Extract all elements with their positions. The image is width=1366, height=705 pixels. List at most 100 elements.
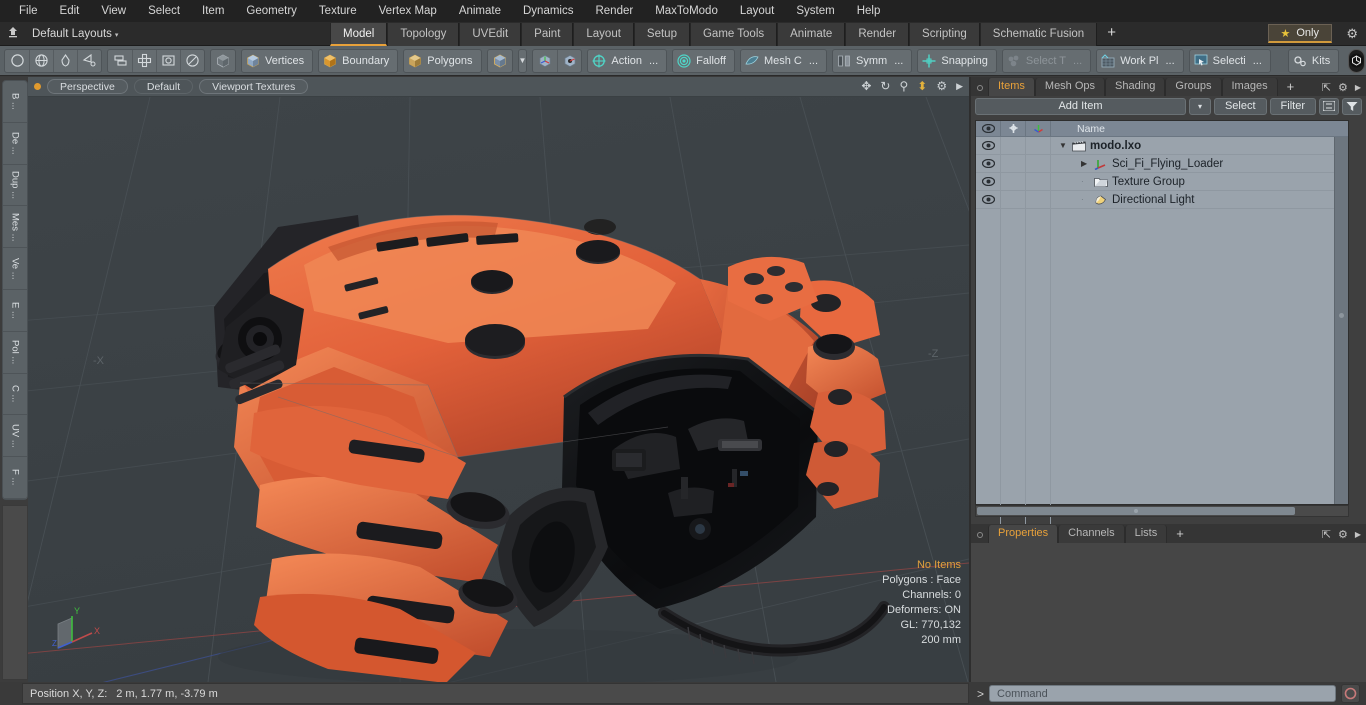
layout-tab-layout[interactable]: Layout (573, 23, 634, 46)
eye-icon[interactable] (976, 190, 1001, 209)
modifier-mesh-c[interactable]: Mesh C... (739, 48, 828, 73)
left-rail-tab-0[interactable]: B ... (3, 81, 27, 123)
viewport-projection-selector[interactable]: Perspective (47, 79, 128, 94)
item-tree-hscrollbar[interactable] (975, 505, 1349, 517)
menu-item-view[interactable]: View (90, 0, 137, 22)
menu-item-geometry[interactable]: Geometry (235, 0, 308, 22)
layout-tab-animate[interactable]: Animate (777, 23, 846, 46)
gear-icon[interactable]: ⚙ (936, 79, 947, 93)
menu-item-edit[interactable]: Edit (49, 0, 91, 22)
filter-button[interactable]: Filter (1269, 97, 1316, 115)
pen-icon[interactable] (53, 49, 77, 72)
table-row[interactable]: · Texture Group (976, 172, 1348, 191)
add-item-button[interactable]: Add Item (975, 97, 1186, 115)
menu-item-select[interactable]: Select (137, 0, 191, 22)
items-tab-mesh-ops[interactable]: Mesh Ops (1034, 78, 1106, 96)
axis-cube-a-icon[interactable] (533, 50, 557, 72)
properties-tab-properties[interactable]: Properties (988, 525, 1059, 543)
record-circle-icon[interactable] (1341, 684, 1360, 703)
expand-icon[interactable]: ⇱ (1322, 528, 1331, 541)
left-rail-tab-7[interactable]: C ... (3, 374, 27, 416)
zoom-icon[interactable]: ⚲ (899, 79, 908, 93)
axis-cell[interactable] (1026, 172, 1051, 191)
add-item-dropdown[interactable]: ▾ (1188, 97, 1211, 115)
expander-open-icon[interactable]: ▼ (1059, 141, 1068, 150)
menu-item-animate[interactable]: Animate (448, 0, 512, 22)
eye-icon[interactable] (976, 136, 1001, 155)
viewport-textures-selector[interactable]: Viewport Textures (199, 79, 309, 94)
move-icon[interactable]: ✥ (861, 79, 871, 93)
lock-icon[interactable] (1001, 120, 1026, 137)
layout-tab-scripting[interactable]: Scripting (909, 23, 980, 46)
selection-mode-polygons[interactable]: Polygons (403, 48, 482, 73)
lock-cell[interactable] (1001, 172, 1026, 191)
layout-tab-schematic-fusion[interactable]: Schematic Fusion (979, 23, 1098, 46)
viewport-3d[interactable]: Perspective Default Viewport Textures ✥ … (28, 77, 969, 682)
left-rail-tab-4[interactable]: Ve ... (3, 248, 27, 290)
gear-icon[interactable]: ⚙ (1338, 528, 1348, 541)
item-name-cell[interactable]: ▶ Sci_Fi_Flying_Loader (1051, 158, 1223, 170)
left-rail-tab-5[interactable]: E ... (3, 290, 27, 332)
list-options-icon[interactable] (1319, 97, 1339, 115)
eye-icon[interactable] (976, 154, 1001, 173)
table-row[interactable]: ▼ modo.lxo (976, 136, 1348, 155)
gear-icon[interactable]: ⚙ (1338, 81, 1348, 94)
ellipse-icon[interactable] (180, 49, 204, 72)
globe-icon[interactable] (29, 49, 53, 72)
chevron-right-icon[interactable]: ▶ (1355, 530, 1361, 539)
lock-cell[interactable] (1001, 190, 1026, 209)
stack-icon[interactable] (108, 50, 132, 72)
panel-indicator[interactable] (977, 85, 983, 91)
layout-tab-topology[interactable]: Topology (387, 23, 460, 46)
items-tab-shading[interactable]: Shading (1105, 78, 1166, 96)
item-tree-vscrollbar[interactable] (1334, 137, 1348, 504)
polygon-pen-icon[interactable] (77, 49, 101, 72)
items-tab-items[interactable]: Items (988, 78, 1035, 96)
modifier-selecti[interactable]: Selecti... (1188, 48, 1271, 73)
left-rail-tab-8[interactable]: UV ... (3, 415, 27, 458)
layout-preset-selector[interactable]: Default Layouts ▾ (26, 28, 124, 40)
layout-tab-uvedit[interactable]: UVEdit (459, 23, 522, 46)
menu-item-vertex-map[interactable]: Vertex Map (368, 0, 448, 22)
layout-tab-paint[interactable]: Paint (521, 23, 574, 46)
items-tab-images[interactable]: Images (1221, 78, 1278, 96)
fit-icon[interactable]: ⬍ (917, 79, 927, 93)
items-tab-groups[interactable]: Groups (1165, 78, 1222, 96)
menu-item-texture[interactable]: Texture (308, 0, 368, 22)
item-tree[interactable]: Name ▼ modo.lxo ▶ Sci_Fi_Flying_Loader · Text… (975, 120, 1349, 533)
menu-item-dynamics[interactable]: Dynamics (512, 0, 584, 22)
rotate-icon[interactable]: ↻ (880, 79, 890, 93)
item-tree-hscroll-thumb[interactable] (977, 507, 1295, 515)
modo-ball-icon[interactable] (1348, 48, 1366, 73)
expand-icon[interactable]: ⇱ (1322, 81, 1331, 94)
circle-icon[interactable] (5, 50, 29, 72)
modifier-work-pl[interactable]: Work Pl... (1096, 48, 1184, 73)
modifier-symm[interactable]: Symm... (832, 48, 913, 73)
axis-cell[interactable] (1026, 190, 1051, 209)
command-input[interactable]: Command (989, 685, 1336, 702)
modifier-snapping[interactable]: Snapping (917, 48, 997, 73)
left-rail-tab-2[interactable]: Dup ... (3, 165, 27, 207)
axis-cell[interactable] (1026, 136, 1051, 155)
add-layout-tab-button[interactable]: + (1097, 23, 1126, 46)
selection-mode-vertices[interactable]: Vertices (241, 48, 314, 73)
menu-item-file[interactable]: File (8, 0, 49, 22)
properties-panel-indicator[interactable] (977, 532, 983, 538)
frame-icon[interactable] (156, 49, 180, 72)
properties-tab-lists[interactable]: Lists (1124, 525, 1168, 543)
selection-mode-boundary[interactable]: Boundary (318, 48, 399, 73)
left-rail-tab-3[interactable]: Mes ... (3, 206, 27, 249)
layout-tab-model[interactable]: Model (330, 23, 388, 46)
cube-icon[interactable] (211, 50, 235, 72)
modifier-action[interactable]: Action... (587, 48, 668, 73)
menu-item-layout[interactable]: Layout (729, 0, 786, 22)
menu-item-render[interactable]: Render (584, 0, 644, 22)
item-name-cell[interactable]: · Directional Light (1051, 194, 1194, 206)
expander-closed-icon[interactable]: ▶ (1081, 159, 1090, 168)
play-icon[interactable]: ▶ (956, 81, 963, 92)
table-row[interactable]: · Directional Light (976, 190, 1348, 209)
lock-cell[interactable] (1001, 154, 1026, 173)
properties-tab-channels[interactable]: Channels (1058, 525, 1125, 543)
active-item-dropdown[interactable]: ▼ (517, 48, 528, 73)
gear-icon[interactable]: ⚙ (1346, 26, 1358, 42)
